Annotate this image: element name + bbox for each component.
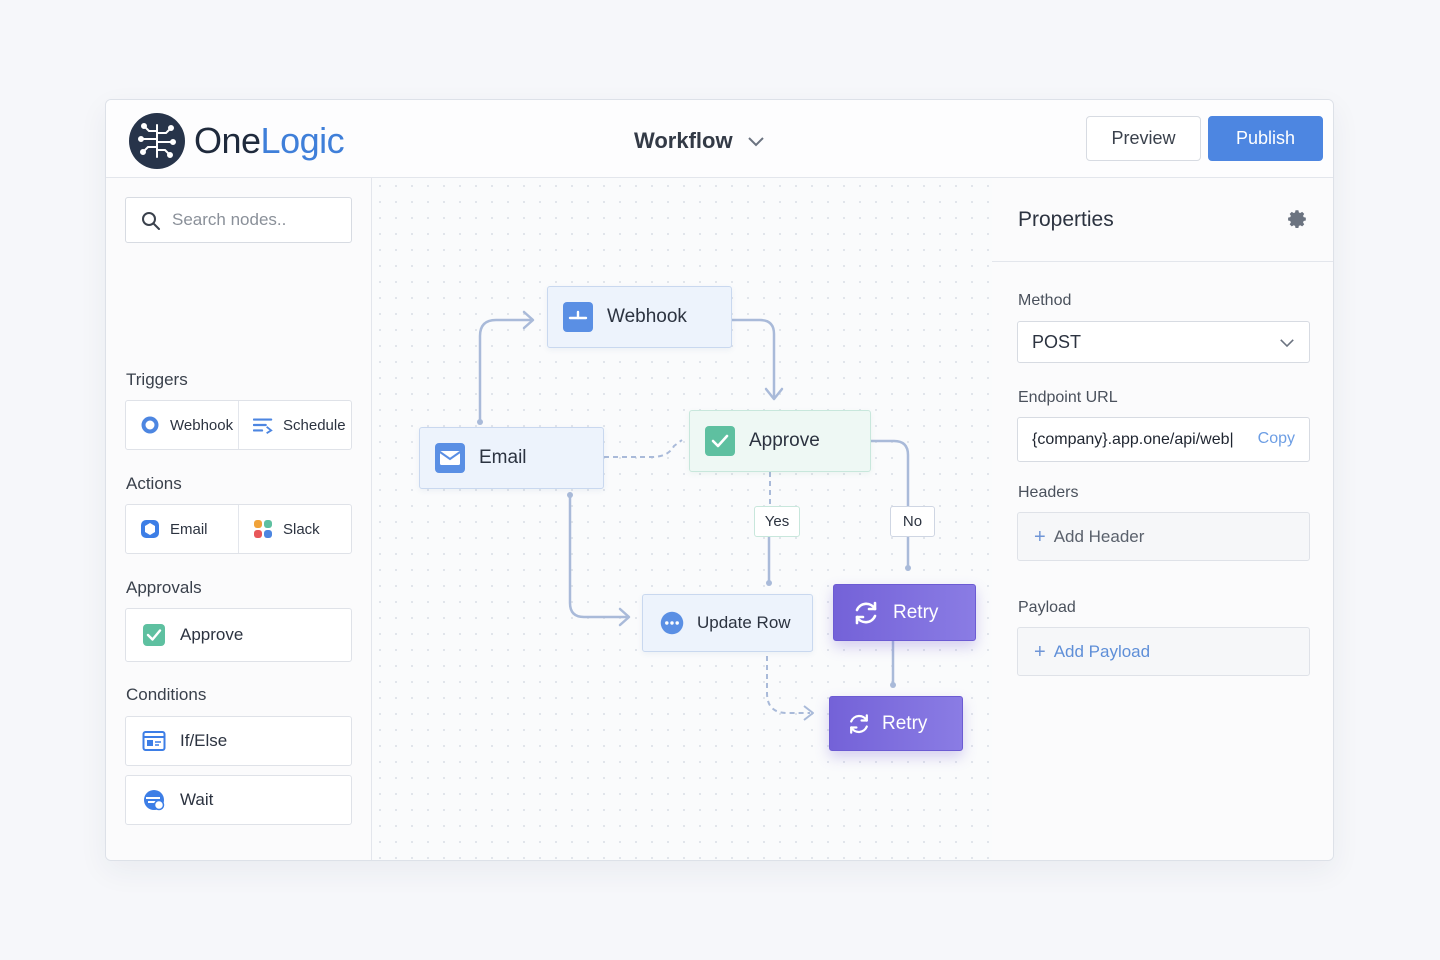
palette-node-label: Webhook: [170, 416, 234, 434]
canvas-node-email[interactable]: Email: [419, 427, 604, 489]
add-payload-label: Add Payload: [1053, 641, 1151, 661]
branch-label-no: No: [890, 506, 935, 537]
triggers-row: Webhook Schedule: [125, 400, 352, 450]
slack-icon: [254, 520, 272, 538]
method-select[interactable]: POST: [1017, 321, 1310, 363]
connector-dot: [477, 419, 483, 425]
logo-text-logic: Logic: [260, 120, 345, 161]
canvas-node-label: Email: [479, 447, 527, 468]
add-header-button[interactable]: + Add Header: [1017, 512, 1310, 561]
logo-icon: [129, 113, 185, 169]
check-icon: [143, 624, 165, 646]
connector-updaterow-retry-dashed: [766, 656, 810, 714]
connector-approve-retry: [864, 439, 910, 509]
add-payload-button[interactable]: + Add Payload: [1017, 627, 1310, 676]
connector-email-approve-dashed: [604, 439, 683, 458]
palette-node-label: Wait: [180, 790, 214, 809]
section-label-conditions: Conditions: [126, 685, 207, 704]
palette-node-label: Email: [170, 520, 208, 538]
endpoint-input[interactable]: [1032, 418, 1242, 461]
search-input[interactable]: [172, 198, 342, 242]
webhook-icon: [563, 302, 593, 332]
ifelse-icon: [142, 731, 166, 751]
palette-node-wait[interactable]: Wait: [126, 776, 351, 824]
headers-label: Headers: [1018, 484, 1079, 501]
canvas-node-retry-2[interactable]: Retry: [829, 696, 963, 751]
conditions-row-wait: Wait: [125, 775, 352, 825]
plus-icon: +: [1034, 525, 1046, 548]
webhook-icon: [141, 416, 159, 434]
palette-node-webhook[interactable]: Webhook: [126, 401, 238, 449]
payload-label: Payload: [1018, 599, 1076, 616]
search-box: [125, 197, 352, 243]
preview-button[interactable]: Preview: [1086, 116, 1201, 161]
chevron-down-icon: [1280, 339, 1294, 348]
approvals-row: Approve: [125, 608, 352, 662]
retry-icon: [855, 601, 877, 624]
endpoint-label: Endpoint URL: [1018, 389, 1118, 406]
palette-node-label: Slack: [283, 520, 320, 538]
palette-node-label: Approve: [180, 625, 244, 644]
canvas-node-label: Approve: [749, 430, 820, 451]
publish-button[interactable]: Publish: [1208, 116, 1323, 161]
section-label-triggers: Triggers: [126, 370, 188, 389]
plus-icon: +: [1034, 640, 1046, 663]
schedule-icon: [253, 418, 273, 434]
palette-node-schedule[interactable]: Schedule: [238, 401, 351, 449]
check-icon: [705, 426, 735, 456]
canvas-node-label: Webhook: [607, 306, 687, 327]
canvas-node-webhook[interactable]: Webhook: [547, 286, 732, 348]
connector-dot: [567, 492, 573, 498]
email-icon: [141, 520, 159, 538]
canvas-node-approve[interactable]: Approve: [689, 410, 871, 472]
palette-node-ifelse[interactable]: If/Else: [126, 717, 351, 765]
palette-node-label: If/Else: [180, 731, 228, 750]
canvas-node-update-row[interactable]: Update Row: [642, 594, 813, 652]
workflow-canvas[interactable]: Webhook Email Approve Yes No Update Row …: [372, 178, 992, 860]
actions-row: Email Slack: [125, 504, 352, 554]
method-value: POST: [1032, 331, 1082, 352]
connector-webhook-approve: [725, 318, 776, 400]
wait-icon: [144, 790, 165, 811]
copy-button[interactable]: Copy: [1258, 430, 1295, 448]
properties-header: Properties: [992, 178, 1333, 262]
canvas-node-retry-1[interactable]: Retry: [833, 584, 976, 641]
logo-wordmark: OneLogic: [194, 120, 345, 162]
section-label-approvals: Approvals: [126, 578, 202, 597]
conditions-row-ifelse: If/Else: [125, 716, 352, 766]
palette-node-label: Schedule: [283, 416, 346, 434]
more-dots-icon: [660, 611, 684, 635]
connector-dot: [890, 682, 896, 688]
method-label: Method: [1018, 292, 1072, 309]
connector-email-webhook: [478, 318, 534, 424]
section-label-actions: Actions: [126, 474, 182, 493]
connector-email-updaterow: [568, 493, 630, 619]
workflow-dropdown[interactable]: Workflow: [634, 128, 765, 154]
search-icon: [142, 212, 160, 230]
canvas-node-label: Update Row: [697, 613, 791, 632]
chevron-down-icon: [747, 137, 764, 147]
canvas-node-label: Retry: [882, 712, 928, 734]
branch-label-yes: Yes: [754, 506, 800, 537]
palette-node-email[interactable]: Email: [126, 505, 238, 553]
endpoint-field: Copy: [1017, 417, 1310, 462]
node-library-sidebar: Triggers Webhook Schedule Actions Email: [106, 178, 372, 860]
top-bar: OneLogic Workflow Preview Publish: [106, 100, 1333, 178]
add-header-label: Add Header: [1053, 526, 1145, 546]
palette-node-slack[interactable]: Slack: [238, 505, 351, 553]
retry-icon: [850, 713, 868, 734]
palette-node-approve[interactable]: Approve: [126, 609, 351, 661]
app-window: OneLogic Workflow Preview Publish Trigge…: [105, 99, 1334, 861]
properties-panel: Properties Method POST Endpoint URL Copy…: [992, 178, 1333, 860]
canvas-node-label: Retry: [893, 601, 939, 623]
workflow-title: Workflow: [634, 128, 733, 153]
properties-title: Properties: [1018, 208, 1114, 231]
email-icon: [435, 443, 465, 473]
logo-text-one: One: [194, 120, 261, 161]
connector-dot: [766, 580, 772, 586]
connector-dot: [905, 565, 911, 571]
gear-icon[interactable]: [1287, 209, 1309, 231]
